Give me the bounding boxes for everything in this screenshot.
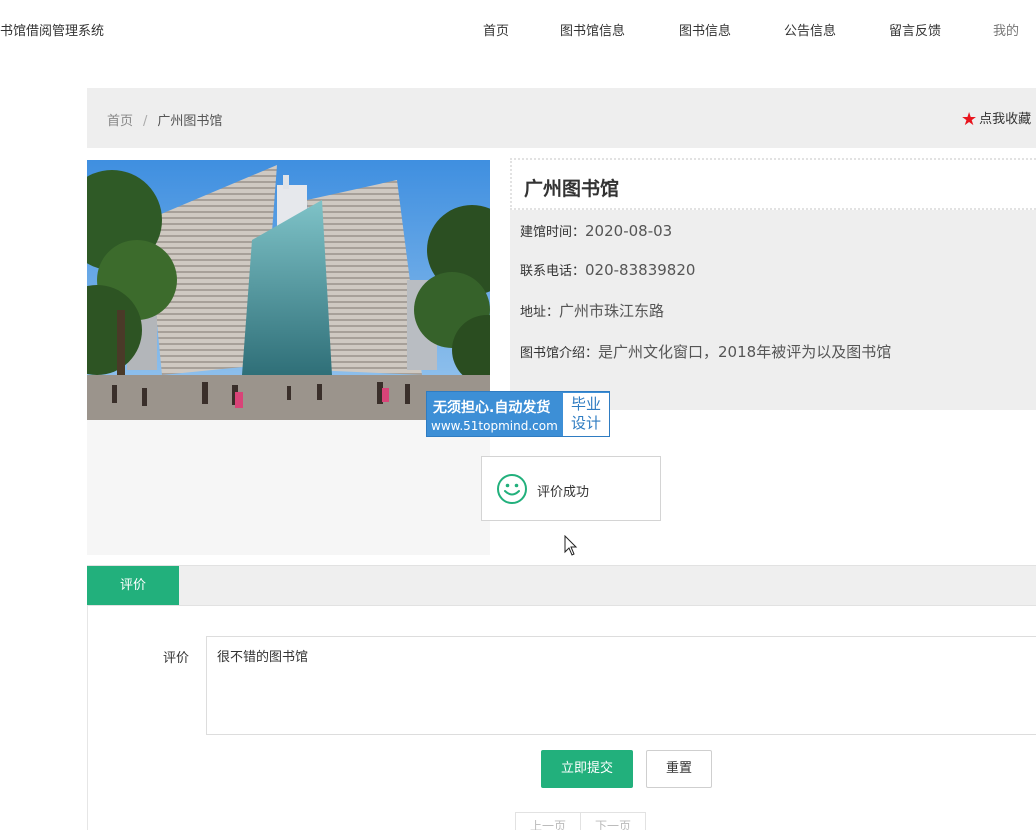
nav-book-info[interactable]: 图书信息 bbox=[679, 20, 731, 39]
toast-message: 评价成功 bbox=[537, 485, 590, 500]
submit-button[interactable]: 立即提交 bbox=[541, 750, 633, 788]
info-phone-label: 联系电话： bbox=[520, 264, 586, 279]
nav-mine[interactable]: 我的 bbox=[993, 20, 1019, 39]
info-address-value: 广州市珠江东路 bbox=[559, 302, 665, 320]
info-intro-label: 图书馆介绍： bbox=[520, 346, 599, 361]
pagination: 上一页 下一页 bbox=[515, 812, 647, 830]
breadcrumb-separator: / bbox=[143, 114, 148, 129]
nav-announcements[interactable]: 公告信息 bbox=[784, 20, 836, 39]
info-founded: 建馆时间：2020-08-03 bbox=[520, 221, 672, 240]
info-address-label: 地址： bbox=[520, 305, 560, 320]
nav-library-info[interactable]: 图书馆信息 bbox=[560, 20, 625, 39]
star-icon: ★ bbox=[961, 109, 978, 130]
breadcrumb-home[interactable]: 首页 bbox=[107, 114, 133, 129]
library-info-panel: 广州图书馆 建馆时间：2020-08-03 联系电话：020-83839820 … bbox=[510, 158, 1036, 410]
watermark-url: www.51topmind.com bbox=[431, 419, 558, 433]
info-founded-value: 2020-08-03 bbox=[585, 222, 673, 240]
smile-icon bbox=[497, 474, 527, 504]
breadcrumb: 首页 / 广州图书馆 bbox=[107, 110, 222, 129]
breadcrumb-current: 广州图书馆 bbox=[157, 114, 223, 129]
watermark-box-line2: 设计 bbox=[570, 414, 601, 432]
tab-review[interactable]: 评价 bbox=[87, 566, 179, 605]
info-address: 地址：广州市珠江东路 bbox=[520, 300, 664, 321]
success-toast: 评价成功 bbox=[481, 456, 661, 521]
library-photo bbox=[87, 160, 490, 420]
favorite-button[interactable]: ★ 点我收藏 bbox=[961, 108, 1031, 130]
nav-home[interactable]: 首页 bbox=[483, 20, 509, 39]
info-phone: 联系电话：020-83839820 bbox=[520, 260, 695, 279]
breadcrumb-bar: 首页 / 广州图书馆 ★ 点我收藏 bbox=[87, 88, 1036, 148]
review-textarea[interactable]: 很不错的图书馆 bbox=[206, 636, 1036, 735]
reset-button[interactable]: 重置 bbox=[646, 750, 712, 788]
info-intro: 图书馆介绍：是广州文化窗口，2018年被评为以及图书馆 bbox=[520, 341, 891, 362]
library-title-box: 广州图书馆 bbox=[510, 158, 1036, 210]
main-nav: 首页 图书馆信息 图书信息 公告信息 留言反馈 我的 bbox=[0, 20, 1036, 40]
top-navbar: 书馆借阅管理系统 首页 图书馆信息 图书信息 公告信息 留言反馈 我的 bbox=[0, 0, 1036, 58]
info-phone-value: 020-83839820 bbox=[585, 261, 696, 279]
watermark-badge: 无须担心.自动发货 www.51topmind.com 毕业 设计 bbox=[426, 391, 610, 437]
mouse-cursor-icon bbox=[564, 535, 578, 556]
watermark-box: 毕业 设计 bbox=[563, 393, 609, 436]
library-title: 广州图书馆 bbox=[524, 178, 620, 200]
tab-bar: 评价 bbox=[87, 565, 1036, 606]
favorite-label: 点我收藏 bbox=[979, 112, 1032, 127]
info-founded-label: 建馆时间： bbox=[520, 225, 586, 240]
watermark-box-line1: 毕业 bbox=[570, 395, 601, 413]
next-page-button[interactable]: 下一页 bbox=[581, 812, 647, 830]
info-intro-value: 是广州文化窗口，2018年被评为以及图书馆 bbox=[598, 343, 892, 361]
watermark-slogan: 无须担心.自动发货 bbox=[433, 400, 551, 416]
prev-page-button[interactable]: 上一页 bbox=[515, 812, 582, 830]
nav-feedback[interactable]: 留言反馈 bbox=[889, 20, 941, 39]
review-label: 评价 bbox=[163, 651, 190, 666]
image-panel bbox=[87, 160, 490, 555]
